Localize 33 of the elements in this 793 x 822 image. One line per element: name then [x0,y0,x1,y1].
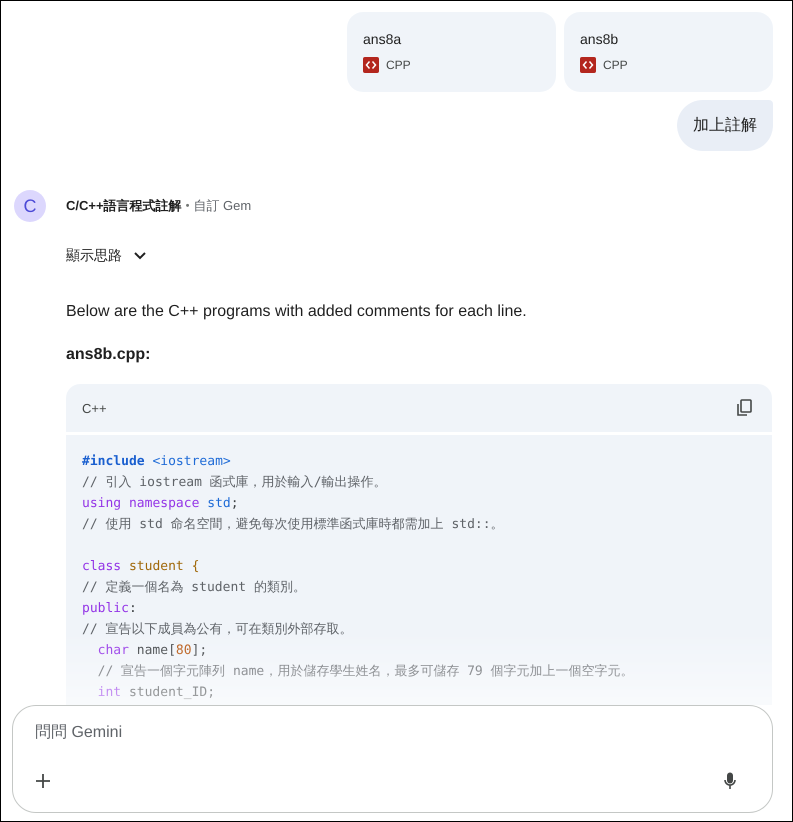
file-card[interactable]: ans8a CPP [347,12,556,92]
code-language: C++ [82,400,107,416]
response-text: Below are the C++ programs with added comments for each line. [66,303,528,321]
file-heading: ans8b.cpp: [66,346,152,364]
code-line: class student { [82,558,200,576]
code-file-icon [363,57,379,73]
code-line: using namespace std; [82,495,239,513]
code-line: #include <iostream> [82,453,231,471]
file-name: ans8a [363,31,402,47]
code-line: // 定義一個名為 student 的類別。 [82,579,306,597]
file-card[interactable]: ans8b CPP [564,12,773,92]
copy-icon[interactable] [736,399,752,417]
code-line: int student_ID; [96,684,216,702]
code-line: // 宣告以下成員為公有，可在類別外部存取。 [82,621,352,639]
show-thinking-button[interactable]: 顯示思路 [66,247,147,265]
code-file-icon [580,57,596,73]
chevron-down-icon [133,251,147,261]
file-name: ans8b [580,31,620,47]
plus-icon[interactable] [35,773,51,789]
separator: • [186,200,190,212]
code-line: char name[80]; [96,642,208,660]
code-line: // 使用 std 命名空間，避免每次使用標準函式庫時都需加上 std::。 [82,516,504,534]
gem-avatar: C [14,190,46,222]
code-line: public: [82,600,137,618]
gem-name: C/C++語言程式註解 [66,197,182,215]
gem-tag: 自訂 Gem [193,197,252,215]
microphone-icon[interactable] [724,772,736,790]
user-message: 加上註解 [677,100,773,151]
file-type: CPP [603,58,628,72]
code-line: // 引入 iostream 函式庫，用於輸入/輸出操作。 [82,474,387,492]
file-type: CPP [386,58,411,72]
code-line: // 宣告一個字元陣列 name，用於儲存學生姓名，最多可儲存 79 個字元加上一個空字元。 [96,663,634,681]
prompt-field[interactable]: 問問 Gemini [35,724,750,742]
